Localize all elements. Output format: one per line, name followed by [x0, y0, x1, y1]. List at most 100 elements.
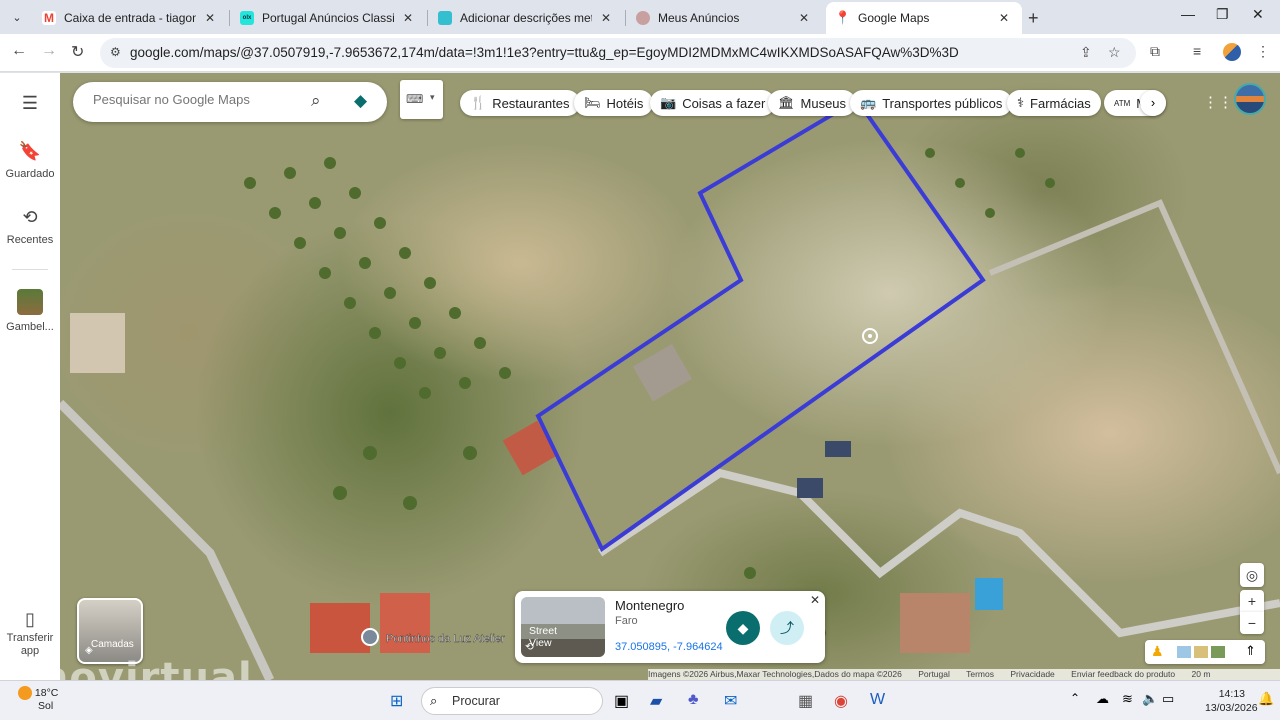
close-tab-icon[interactable]: ✕	[796, 11, 812, 25]
zoom-out-button[interactable]: −	[1240, 612, 1264, 634]
maximize-icon[interactable]: ❐	[1216, 6, 1229, 23]
poi-label[interactable]: Pontinhos da Luz Atelier	[386, 633, 505, 645]
poi-marker-icon[interactable]	[361, 628, 379, 646]
tray-chevron-icon[interactable]: ⌃	[1070, 691, 1080, 705]
cloud-icon[interactable]: ☁	[1096, 691, 1109, 707]
google-apps-icon[interactable]: ⋮⋮	[1203, 93, 1233, 111]
gmail-icon: M	[42, 11, 56, 25]
tab-search-icon[interactable]: ⌄	[6, 6, 28, 28]
saved-button[interactable]: 🔖 Guardado	[0, 141, 60, 180]
imagery-thumb[interactable]	[1211, 646, 1225, 658]
chevron-down-icon[interactable]: ▾	[430, 92, 435, 103]
forward-icon[interactable]: →	[41, 42, 57, 60]
system-clock[interactable]: 14:13 13/03/2026	[1205, 687, 1258, 715]
chevron-right-icon[interactable]: ›	[1140, 90, 1166, 116]
input-tools-button[interactable]: ⌨ ▾	[400, 80, 443, 119]
recent-place-item[interactable]: Gambel...	[0, 289, 60, 333]
meus-anuncios-icon	[636, 11, 650, 25]
bookmark-star-icon[interactable]: ☆	[1108, 44, 1121, 61]
profile-avatar[interactable]	[1223, 43, 1241, 61]
site-info-icon[interactable]: ⚙	[110, 45, 121, 59]
search-icon: ⌕	[430, 693, 438, 708]
map-attribution: Imagens ©2026 Airbus,Maxar Technologies,…	[648, 669, 1280, 680]
reading-list-icon[interactable]: ≡	[1193, 43, 1201, 59]
map-bottom-controls: ♟ ⇑	[1145, 640, 1265, 664]
pegman-icon[interactable]: ♟	[1151, 643, 1164, 660]
expand-icon[interactable]: ⇑	[1245, 643, 1256, 659]
minimize-icon[interactable]: —	[1181, 6, 1195, 22]
house-roof	[632, 344, 692, 402]
share-button[interactable]: ⤴	[770, 611, 804, 645]
place-coordinates[interactable]: 37.050895, -7.964624	[615, 641, 723, 653]
house-roof	[310, 603, 370, 653]
phone-icon: ▯	[25, 609, 35, 629]
swimming-pool	[975, 578, 1003, 610]
imagery-thumb[interactable]	[1177, 646, 1191, 658]
window-close-icon[interactable]: ✕	[1252, 6, 1264, 23]
open-in-app-icon[interactable]: ⇪	[1080, 44, 1092, 61]
tab-imovirtual[interactable]: Adicionar descrições meta | Imo ✕	[428, 4, 624, 32]
bookmark-icon: 🔖	[18, 141, 42, 161]
account-avatar[interactable]	[1234, 83, 1266, 115]
chip-restaurantes[interactable]: 🍴 Restaurantes	[460, 90, 580, 116]
transfer-app-button[interactable]: ▯ Transferir app	[0, 609, 60, 658]
chip-museus[interactable]: 🏛 Museus	[768, 90, 857, 116]
place-region: Faro	[615, 615, 638, 627]
close-tab-icon[interactable]: ✕	[202, 11, 218, 25]
solar-panel	[825, 441, 851, 457]
new-tab-icon[interactable]: +	[1028, 8, 1039, 29]
tab-olx[interactable]: olx Portugal Anúncios Classificados ✕	[230, 4, 426, 32]
close-tab-icon[interactable]: ✕	[996, 11, 1012, 25]
reload-icon[interactable]: ↻	[71, 42, 84, 62]
address-bar[interactable]: ⚙ google.com/maps/@37.0507919,-7.9653672…	[100, 38, 1136, 68]
recent-button[interactable]: ⟲ Recentes	[0, 207, 60, 246]
tab-gmail[interactable]: M Caixa de entrada - tiagomjv@gm ✕	[32, 4, 228, 32]
chip-farmacias[interactable]: ⚕ Farmácias	[1007, 90, 1101, 116]
imagery-thumb[interactable]	[1194, 646, 1208, 658]
weather-widget[interactable]: 18°C Sol	[18, 686, 58, 712]
directions-icon[interactable]: ◆	[354, 91, 367, 111]
tab-meus-anuncios[interactable]: Meus Anúncios ✕	[626, 4, 822, 32]
chrome-icon[interactable]: ◉	[834, 691, 848, 711]
back-icon[interactable]: ←	[11, 42, 27, 60]
place-thumbnail	[17, 289, 43, 315]
search-input[interactable]	[93, 92, 313, 107]
windows-start-icon[interactable]: ⊞	[390, 691, 403, 711]
tab-google-maps[interactable]: 📍 Google Maps ✕	[826, 2, 1022, 34]
olx-icon: olx	[240, 11, 254, 25]
house-roof	[70, 313, 125, 373]
street-view-thumbnail[interactable]: ⟲ Street View	[521, 597, 605, 657]
volume-icon[interactable]: 🔈	[1142, 691, 1158, 707]
browser-menu-icon[interactable]: ⋮	[1256, 43, 1270, 60]
google-maps-icon: 📍	[834, 10, 852, 25]
zoom-in-button[interactable]: +	[1240, 590, 1264, 612]
browser-toolbar: ← → ↻ ⚙ google.com/maps/@37.0507919,-7.9…	[0, 34, 1280, 72]
my-location-icon[interactable]: ◎	[1240, 563, 1264, 587]
chip-coisas-a-fazer[interactable]: 📷 Coisas a fazer	[650, 90, 776, 116]
close-tab-icon[interactable]: ✕	[598, 11, 614, 25]
directions-button[interactable]: ◆	[726, 611, 760, 645]
close-icon[interactable]: ✕	[810, 593, 820, 607]
extensions-icon[interactable]: ⧉	[1150, 43, 1160, 60]
battery-icon[interactable]: ▭	[1162, 691, 1174, 707]
calculator-icon[interactable]: ▦	[798, 691, 813, 711]
task-view-icon[interactable]: ▣	[614, 691, 629, 711]
satellite-map[interactable]: Pontinhos da Luz Atelier	[60, 73, 1280, 680]
chip-hoteis[interactable]: 🛏 Hotéis	[574, 90, 654, 116]
scale-bar[interactable]: 20 m	[1192, 669, 1211, 679]
wifi-icon[interactable]: ≋	[1122, 691, 1133, 707]
place-name: Montenegro	[615, 598, 685, 613]
todo-app-icon[interactable]: ▰	[650, 691, 662, 711]
taskbar-search[interactable]: ⌕ Procurar	[421, 687, 603, 715]
close-tab-icon[interactable]: ✕	[400, 11, 416, 25]
chip-transportes-publicos[interactable]: 🚌 Transportes públicos	[850, 90, 1013, 116]
word-icon[interactable]: W	[870, 691, 885, 709]
teams-icon[interactable]: ♣	[688, 691, 699, 709]
menu-icon[interactable]: ☰	[0, 93, 60, 120]
search-icon[interactable]: ⌕	[311, 91, 321, 111]
browser-tab-bar: ⌄ M Caixa de entrada - tiagomjv@gm ✕ olx…	[0, 0, 1280, 34]
outlook-icon[interactable]: ✉	[724, 691, 737, 711]
solar-panel	[797, 478, 823, 498]
notifications-icon[interactable]: 🔔	[1258, 691, 1274, 707]
place-card: ⟲ Street View Montenegro Faro 37.050895,…	[515, 591, 825, 663]
